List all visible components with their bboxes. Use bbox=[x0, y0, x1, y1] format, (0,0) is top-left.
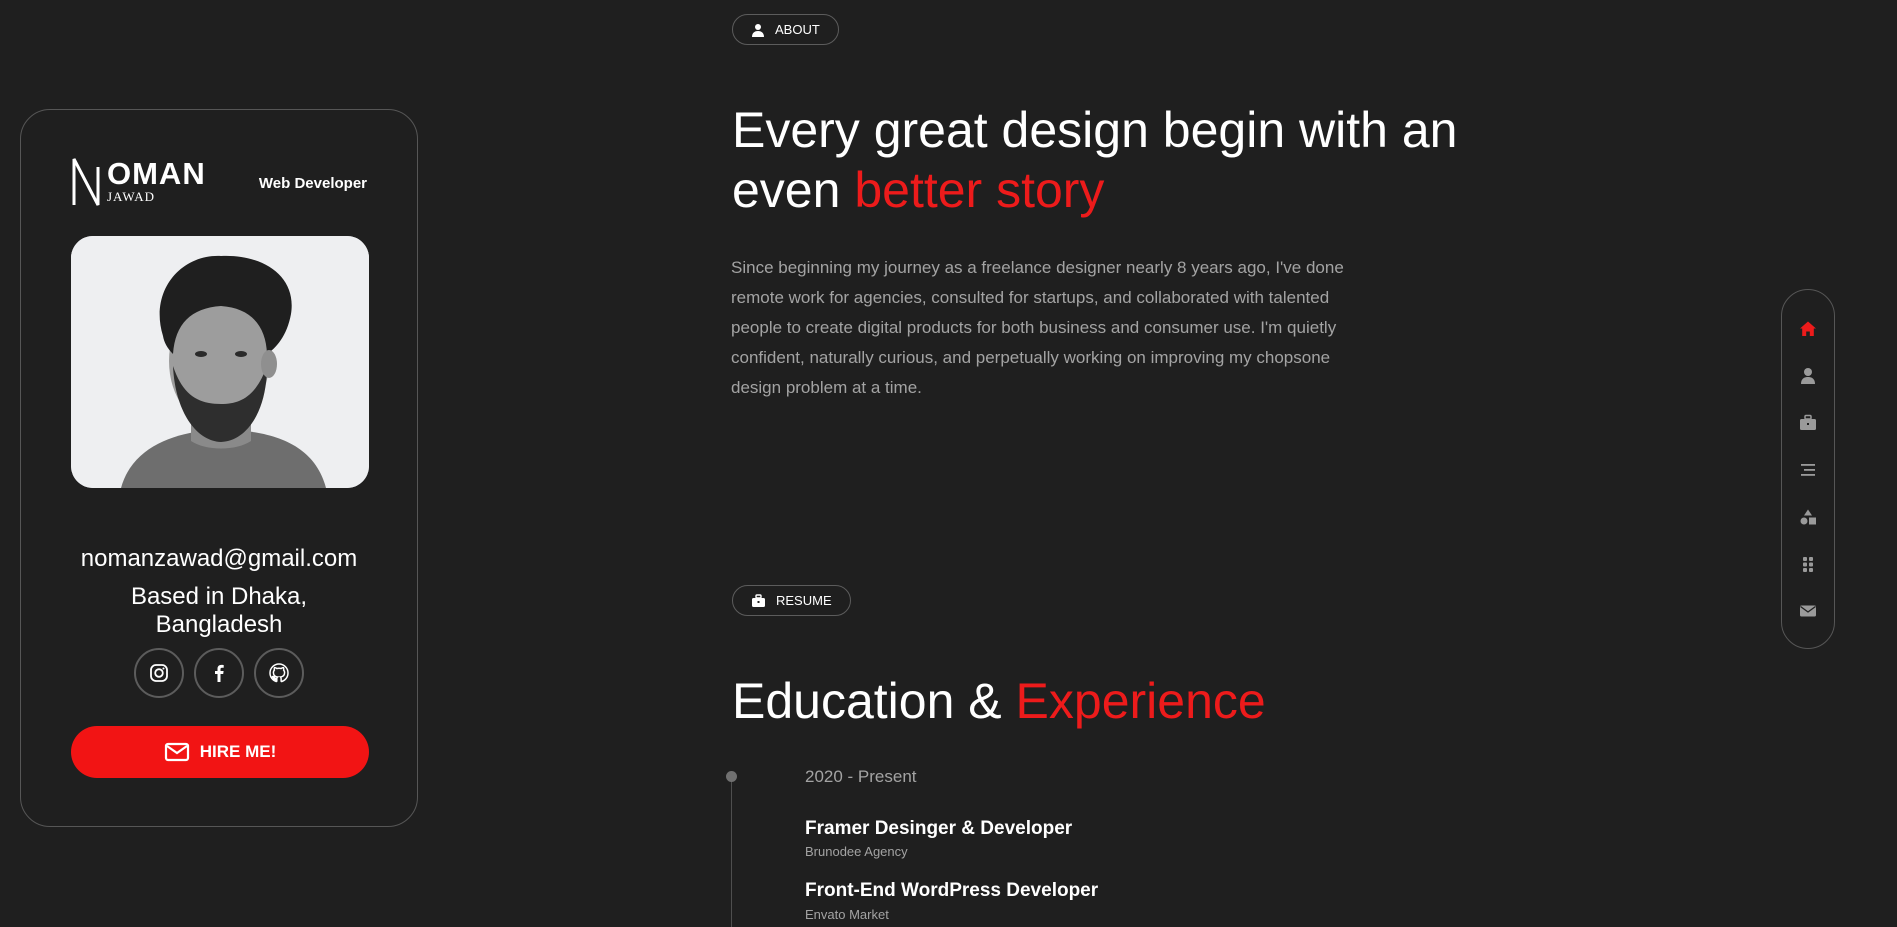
timeline-dot bbox=[726, 771, 737, 782]
envelope-icon bbox=[1800, 605, 1816, 617]
about-section-tag: ABOUT bbox=[732, 14, 839, 45]
resume-heading: Education & Experience bbox=[732, 671, 1266, 731]
role-label: Web Developer bbox=[258, 175, 367, 192]
grid-icon bbox=[1803, 557, 1813, 572]
github-link[interactable] bbox=[254, 648, 305, 698]
timeline-period: 2020 - Present bbox=[805, 767, 917, 786]
logo-n-mark bbox=[72, 158, 100, 206]
about-tag-label: ABOUT bbox=[775, 22, 820, 37]
facebook-icon bbox=[215, 664, 224, 682]
profile-photo bbox=[71, 236, 369, 488]
nav-about[interactable] bbox=[1795, 363, 1821, 389]
timeline-line bbox=[731, 777, 732, 927]
job-title: Framer Desinger & Developer bbox=[805, 818, 1073, 839]
resume-heading-text: Education & bbox=[732, 673, 1016, 729]
resume-section-tag: RESUME bbox=[732, 585, 851, 616]
job-title: Front-End WordPress Developer bbox=[805, 880, 1099, 901]
resume-tag-label: RESUME bbox=[776, 593, 832, 608]
about-heading: Every great design begin with an even be… bbox=[732, 100, 1532, 220]
user-icon bbox=[1801, 368, 1815, 384]
shapes-icon bbox=[1800, 509, 1816, 525]
github-icon bbox=[269, 663, 290, 683]
instagram-link[interactable] bbox=[133, 648, 184, 698]
nav-services[interactable] bbox=[1795, 457, 1821, 483]
user-icon bbox=[752, 23, 764, 37]
social-links bbox=[21, 648, 417, 698]
resume-heading-accent: Experience bbox=[1015, 673, 1266, 729]
nav-resume[interactable] bbox=[1795, 410, 1821, 436]
location: Based in Dhaka, Bangladesh bbox=[21, 583, 417, 639]
facebook-link[interactable] bbox=[194, 648, 244, 698]
about-heading-accent: better story bbox=[854, 162, 1105, 218]
hire-me-button[interactable]: HIRE ME! bbox=[71, 726, 369, 778]
email-address[interactable]: nomanzawad@gmail.com bbox=[21, 545, 417, 573]
hire-me-label: HIRE ME! bbox=[199, 742, 277, 761]
location-line-1: Based in Dhaka, bbox=[130, 583, 308, 610]
about-paragraph: Since beginning my journey as a freelanc… bbox=[731, 258, 1344, 397]
briefcase-icon bbox=[1800, 414, 1816, 430]
logo[interactable]: OMAN JAWAD bbox=[71, 156, 211, 209]
envelope-icon bbox=[164, 742, 189, 762]
location-line-2: Bangladesh bbox=[155, 611, 283, 638]
instagram-icon bbox=[149, 664, 168, 682]
job-org: Brunodee Agency bbox=[805, 844, 908, 859]
nav-home[interactable] bbox=[1795, 316, 1821, 342]
briefcase-icon bbox=[752, 593, 765, 607]
logo-subtitle: JAWAD bbox=[107, 189, 156, 204]
home-icon bbox=[1800, 321, 1816, 336]
menu-lines-icon bbox=[1801, 464, 1815, 476]
nav-skills[interactable] bbox=[1795, 504, 1821, 530]
logo-wordmark: OMAN bbox=[107, 156, 206, 191]
side-navigation bbox=[1781, 289, 1835, 649]
nav-portfolio[interactable] bbox=[1795, 551, 1821, 577]
profile-card: OMAN JAWAD Web Developer nomanzawad@gmai… bbox=[20, 109, 418, 827]
nav-contact[interactable] bbox=[1795, 598, 1821, 624]
job-org: Envato Market bbox=[805, 907, 889, 922]
